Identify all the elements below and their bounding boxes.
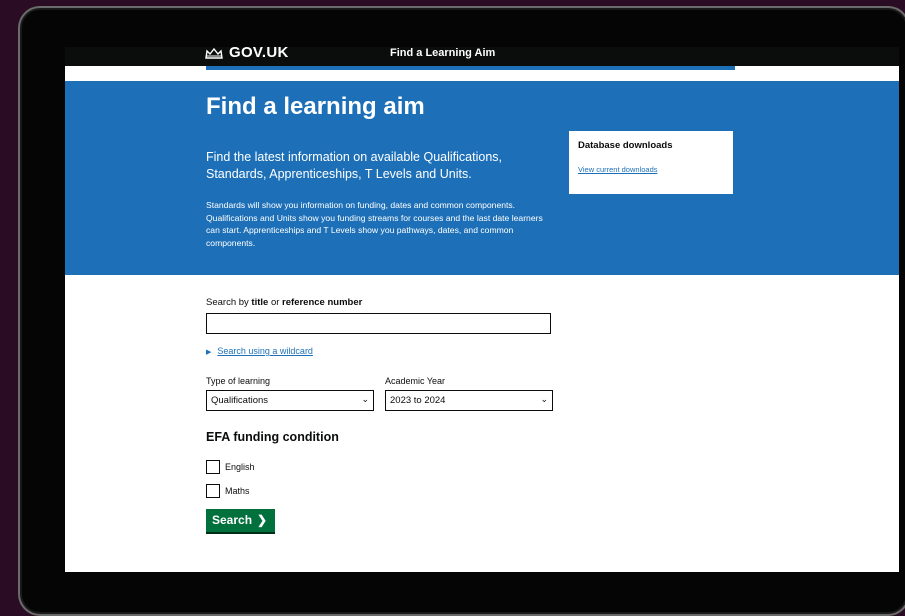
academic-year-value: 2023 to 2024 <box>390 395 446 406</box>
search-label-title: title <box>251 297 269 308</box>
crown-icon <box>205 47 223 59</box>
search-label-prefix: Search by <box>206 297 252 308</box>
wildcard-details[interactable]: ▶ Search using a wildcard <box>206 346 313 356</box>
hero-body-text: Standards will show you information on f… <box>206 200 543 248</box>
type-of-learning-label: Type of learning <box>206 376 271 386</box>
browser-viewport: GOV.UK Find a Learning Aim Find a learni… <box>65 47 899 572</box>
efa-funding-heading: EFA funding condition <box>206 430 339 444</box>
search-input[interactable] <box>206 313 551 334</box>
database-downloads-panel: Database downloads View current download… <box>569 131 733 194</box>
page-title: Find a learning aim <box>206 93 425 120</box>
english-checkbox[interactable] <box>206 460 220 474</box>
hero-banner: Find a learning aim Find the latest info… <box>65 81 899 275</box>
wildcard-link[interactable]: Search using a wildcard <box>217 346 313 356</box>
search-label-ref: reference number <box>282 297 363 308</box>
english-checkbox-label[interactable]: English <box>225 462 255 472</box>
downloads-title: Database downloads <box>578 140 673 151</box>
govuk-logo[interactable]: GOV.UK <box>229 47 289 61</box>
chevron-down-icon: ⌄ <box>361 394 369 404</box>
hero-lead-text: Find the latest information on available… <box>206 150 502 181</box>
service-name[interactable]: Find a Learning Aim <box>390 47 495 59</box>
laptop-frame: GOV.UK Find a Learning Aim Find a learni… <box>18 6 905 616</box>
search-button-label: Search <box>212 513 253 527</box>
academic-year-select[interactable]: 2023 to 2024 ⌄ <box>385 390 553 411</box>
maths-checkbox[interactable] <box>206 484 220 498</box>
govuk-header: GOV.UK Find a Learning Aim <box>65 47 899 66</box>
view-downloads-link[interactable]: View current downloads <box>578 165 658 174</box>
chevron-right-icon: ❯ <box>257 513 268 527</box>
type-of-learning-value: Qualifications <box>211 395 269 406</box>
header-accent-bar <box>206 66 735 70</box>
academic-year-label: Academic Year <box>385 376 446 386</box>
triangle-right-icon: ▶ <box>206 349 212 356</box>
search-button[interactable]: Search ❯ <box>206 509 275 532</box>
search-label-or: or <box>268 297 283 308</box>
maths-checkbox-label[interactable]: Maths <box>225 486 250 496</box>
type-of-learning-select[interactable]: Qualifications ⌄ <box>206 390 374 411</box>
chevron-down-icon: ⌄ <box>540 394 548 404</box>
search-label: Search by title or reference number <box>206 297 362 308</box>
